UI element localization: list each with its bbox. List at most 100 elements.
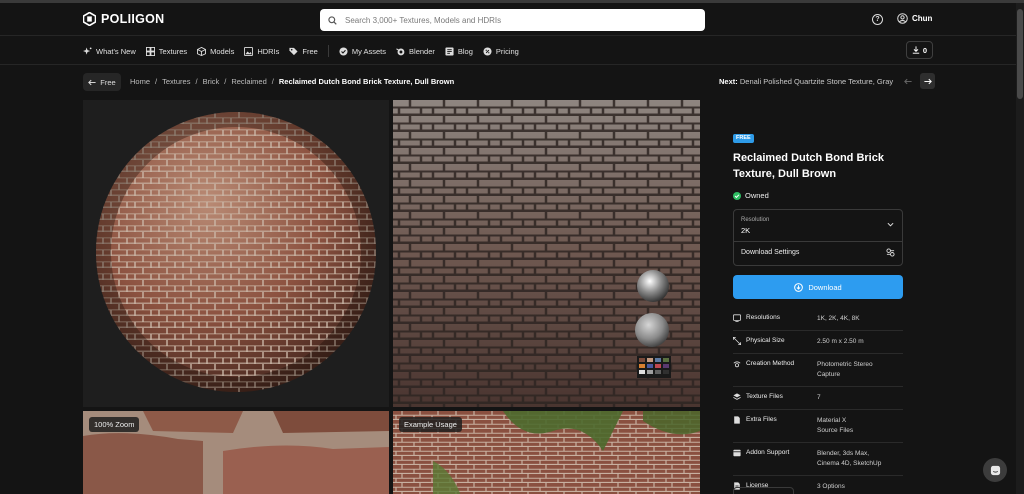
asset-title: Reclaimed Dutch Bond Brick Texture, Dull… xyxy=(733,152,884,180)
breadcrumb-reclaimed[interactable]: Reclaimed xyxy=(231,77,266,86)
back-button[interactable]: Free xyxy=(83,73,121,91)
download-settings-row[interactable]: Download Settings xyxy=(734,242,902,266)
spec-row-creation-method: Creation Method Photometric Stereo Captu… xyxy=(733,354,903,387)
spec-row-addon-support: Addon Support Blender, 3ds Max, Cinema 4… xyxy=(733,443,903,476)
spec-key: Creation Method xyxy=(746,360,795,367)
next-asset-link[interactable]: Next: Denali Polished Quartzite Stone Te… xyxy=(719,77,893,86)
nav-divider xyxy=(327,45,329,57)
sparkle-icon xyxy=(83,46,92,55)
spec-value: 2.50 m x 2.50 m xyxy=(817,338,864,345)
previous-asset-button[interactable] xyxy=(900,73,915,89)
nav-label: HDRIs xyxy=(257,46,280,56)
chat-icon xyxy=(990,465,1000,475)
resolution-icon xyxy=(733,314,741,322)
scrollbar-thumb[interactable] xyxy=(1017,9,1023,99)
search-input[interactable] xyxy=(345,15,675,25)
secondary-button[interactable] xyxy=(733,487,794,494)
sphere-preview-image[interactable] xyxy=(83,100,389,407)
breadcrumb: Home / Textures / Brick / Reclaimed / Re… xyxy=(130,77,454,86)
tag-icon xyxy=(289,47,298,55)
spec-value: 1K, 2K, 4K, 8K xyxy=(817,315,860,322)
poliigon-logo-icon xyxy=(83,12,96,26)
download-icon xyxy=(794,282,804,292)
chevron-down-icon xyxy=(887,222,894,227)
user-icon xyxy=(897,13,908,24)
zoom-chip: 100% Zoom xyxy=(89,417,140,432)
search-bar[interactable] xyxy=(320,9,705,31)
download-options-box: Resolution 2K Download Settings xyxy=(733,209,903,266)
spec-row-extra-files: Extra Files Material X Source Files xyxy=(733,410,903,443)
breadcrumb-separator: / xyxy=(155,77,158,86)
blender-icon xyxy=(396,47,405,55)
nav-item-models[interactable]: Models xyxy=(197,46,235,56)
downloads-button[interactable]: 0 xyxy=(906,41,933,59)
check-circle-icon xyxy=(339,46,348,56)
flat-render xyxy=(393,100,700,407)
nav-item-blender[interactable]: Blender xyxy=(396,47,435,56)
nav-label: Textures xyxy=(158,46,188,56)
spec-key: Addon Support xyxy=(746,449,790,456)
breadcrumb-home[interactable]: Home xyxy=(130,77,150,86)
nav-label: Models xyxy=(210,46,235,56)
next-asset-button[interactable] xyxy=(920,73,935,89)
owned-status: Owned xyxy=(733,191,903,200)
site-header: POLIIGON ? Chun xyxy=(0,3,1016,36)
spec-key: Resolutions xyxy=(746,314,780,321)
spec-key: Physical Size xyxy=(746,337,785,344)
zoom-preview-image[interactable]: 100% Zoom xyxy=(83,411,389,494)
addon-icon xyxy=(733,449,741,457)
blog-icon xyxy=(445,46,454,56)
spec-value: Source Files xyxy=(817,427,854,434)
breadcrumb-separator: / xyxy=(224,77,227,86)
download-button[interactable]: Download xyxy=(733,275,903,299)
grey-ball xyxy=(635,313,669,347)
nav-item-free[interactable]: Free xyxy=(289,46,318,56)
flat-preview-image[interactable] xyxy=(393,100,700,407)
spec-value: Capture xyxy=(817,371,841,378)
breadcrumb-separator: / xyxy=(271,77,274,86)
download-label: Download xyxy=(808,282,842,292)
page-scrollbar[interactable] xyxy=(1016,3,1024,494)
owned-label: Owned xyxy=(745,191,769,200)
nav-item-whats-new[interactable]: What's New xyxy=(83,47,136,56)
free-badge: FREE xyxy=(733,133,754,143)
sphere-render xyxy=(96,112,376,392)
help-icon[interactable]: ? xyxy=(872,14,883,25)
nav-item-my-assets[interactable]: My Assets xyxy=(339,47,386,56)
breadcrumb-brick[interactable]: Brick xyxy=(203,77,220,86)
file-icon xyxy=(734,416,740,424)
spec-value: Photometric Stereo xyxy=(817,361,873,368)
main-nav: What's New Textures Models HDRIs Free My… xyxy=(0,37,1016,65)
brand-logo[interactable]: POLIIGON xyxy=(83,12,165,26)
image-icon xyxy=(244,46,254,56)
next-title: Denali Polished Quartzite Stone Texture,… xyxy=(739,77,894,86)
breadcrumb-separator: / xyxy=(195,77,198,86)
nav-label: Free xyxy=(302,46,318,56)
nav-label: My Assets xyxy=(351,46,387,56)
layers-icon xyxy=(733,393,741,400)
nav-item-pricing[interactable]: Pricing xyxy=(483,47,519,56)
user-menu[interactable]: Chun xyxy=(897,13,932,24)
chrome-ball xyxy=(637,270,669,302)
nav-item-textures[interactable]: Textures xyxy=(145,46,188,56)
grid-icon xyxy=(145,46,155,56)
settings-icon xyxy=(886,248,895,257)
resolution-value: 2K xyxy=(741,226,751,235)
download-icon xyxy=(912,46,920,54)
spec-value: Cinema 4D, SketchUp xyxy=(817,460,882,467)
asset-specs: Resolutions 1K, 2K, 4K, 8K Physical Size… xyxy=(733,308,903,494)
spec-value: 3 Options xyxy=(817,483,845,490)
camera-icon xyxy=(733,361,741,368)
breadcrumb-textures[interactable]: Textures xyxy=(162,77,190,86)
spec-row-physical-size: Physical Size 2.50 m x 2.50 m xyxy=(733,331,903,354)
arrow-left-icon xyxy=(88,79,96,85)
spec-value: Material X xyxy=(817,417,847,424)
nav-item-hdris[interactable]: HDRIs xyxy=(244,46,280,56)
breadcrumb-row: Free Home / Textures / Brick / Reclaimed… xyxy=(0,66,1016,100)
resize-icon xyxy=(733,337,741,345)
check-circle-icon xyxy=(733,191,741,200)
chat-launcher[interactable] xyxy=(983,458,1007,482)
example-usage-image[interactable]: Example Usage xyxy=(393,411,700,494)
resolution-select[interactable]: Resolution 2K xyxy=(734,210,902,241)
nav-item-blog[interactable]: Blog xyxy=(445,47,473,56)
